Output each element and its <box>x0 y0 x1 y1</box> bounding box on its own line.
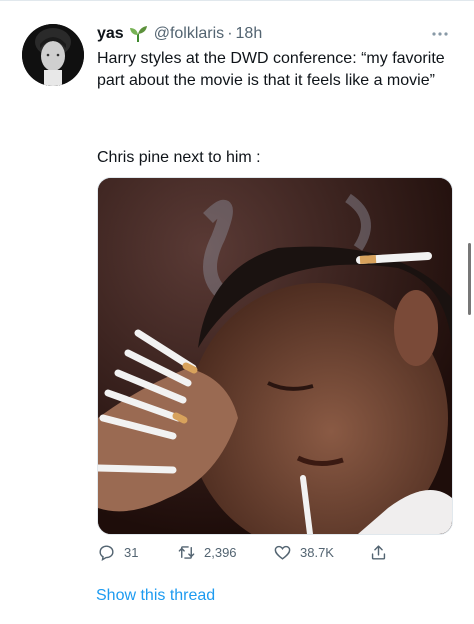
share-button[interactable] <box>369 539 396 565</box>
separator-dot: · <box>227 25 233 42</box>
retweet-icon <box>178 545 195 559</box>
tweet-text: Harry styles at the DWD conference: “my … <box>97 50 450 89</box>
reply-count: 31 <box>124 544 139 560</box>
show-thread-link[interactable]: Show this thread <box>96 587 215 605</box>
tweet-actions: 31 2,396 38.7K <box>97 539 397 565</box>
display-name[interactable]: yas <box>97 24 124 44</box>
tweet[interactable]: yas @folklaris · 18h Harry styles at the… <box>0 0 474 624</box>
more-options-icon[interactable] <box>430 26 450 36</box>
like-count: 38.7K <box>300 544 334 560</box>
seedling-icon <box>128 25 148 43</box>
like-button[interactable]: 38.7K <box>273 539 334 565</box>
retweet-count: 2,396 <box>204 544 237 560</box>
retweet-button[interactable]: 2,396 <box>177 539 237 565</box>
reply-icon <box>99 544 114 561</box>
user-handle[interactable]: @folklaris <box>154 24 224 44</box>
tweet-text-second-paragraph: Chris pine next to him : <box>97 149 261 166</box>
tweet-timestamp[interactable]: 18h <box>236 24 263 44</box>
share-icon <box>371 544 386 560</box>
heart-icon <box>274 545 291 560</box>
tweet-header: yas @folklaris · 18h <box>97 24 262 44</box>
tweet-media-image[interactable] <box>97 177 453 535</box>
avatar[interactable] <box>22 24 84 86</box>
scrollbar[interactable] <box>468 243 471 315</box>
reply-button[interactable]: 31 <box>97 539 138 565</box>
